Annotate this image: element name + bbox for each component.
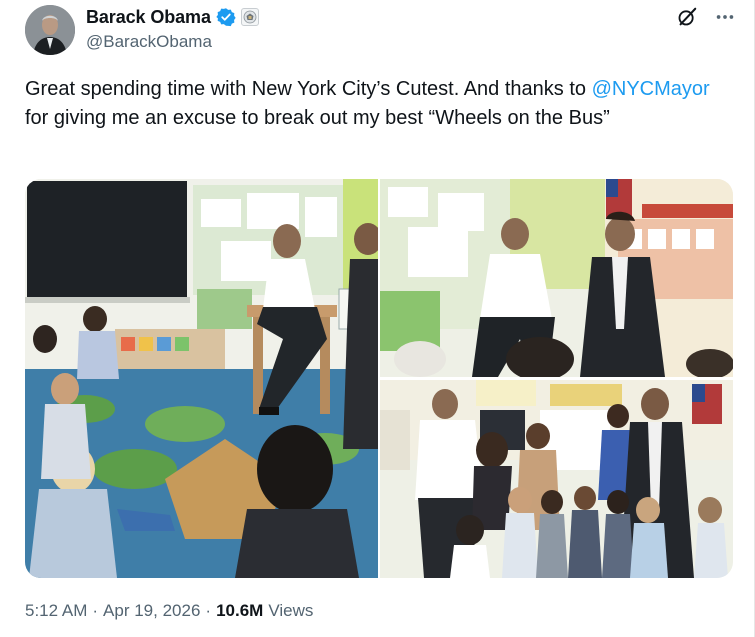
display-name[interactable]: Barack Obama [86, 7, 211, 28]
verified-badge-icon[interactable] [216, 7, 236, 27]
media-grid [25, 179, 733, 578]
author-name-row: Barack Obama [86, 6, 259, 28]
more-horizontal-icon[interactable] [714, 6, 736, 28]
photo-reading-to-kids[interactable] [25, 179, 378, 578]
tweet-text-part2: for giving me an excuse to break out my … [25, 107, 610, 129]
mention-link[interactable]: @NYCMayor [592, 78, 710, 100]
avatar[interactable] [25, 5, 75, 55]
government-seal-icon[interactable] [240, 8, 259, 26]
views-count: 10.6M [216, 601, 264, 620]
profile-photo-icon [25, 5, 75, 55]
photo-seated-together[interactable] [380, 179, 733, 377]
tweet-meta: 5:12 AM · Apr 19, 2026 · 10.6M Views [25, 601, 313, 621]
meta-separator: · [92, 601, 99, 620]
tweet-date[interactable]: Apr 19, 2026 [103, 601, 200, 621]
header-actions [676, 6, 736, 28]
photo-kids-hugging[interactable] [380, 380, 733, 578]
author-handle[interactable]: @BarackObama [86, 32, 212, 52]
tweet-time[interactable]: 5:12 AM [25, 601, 87, 621]
grok-slash-circle-icon[interactable] [676, 6, 698, 28]
tweet-card: Barack Obama @BarackObama Great spending… [0, 0, 755, 637]
meta-separator: · [205, 601, 212, 620]
tweet-text: Great spending time with New York City’s… [25, 75, 725, 133]
views-label: Views [268, 601, 314, 620]
tweet-text-part1: Great spending time with New York City’s… [25, 78, 592, 100]
